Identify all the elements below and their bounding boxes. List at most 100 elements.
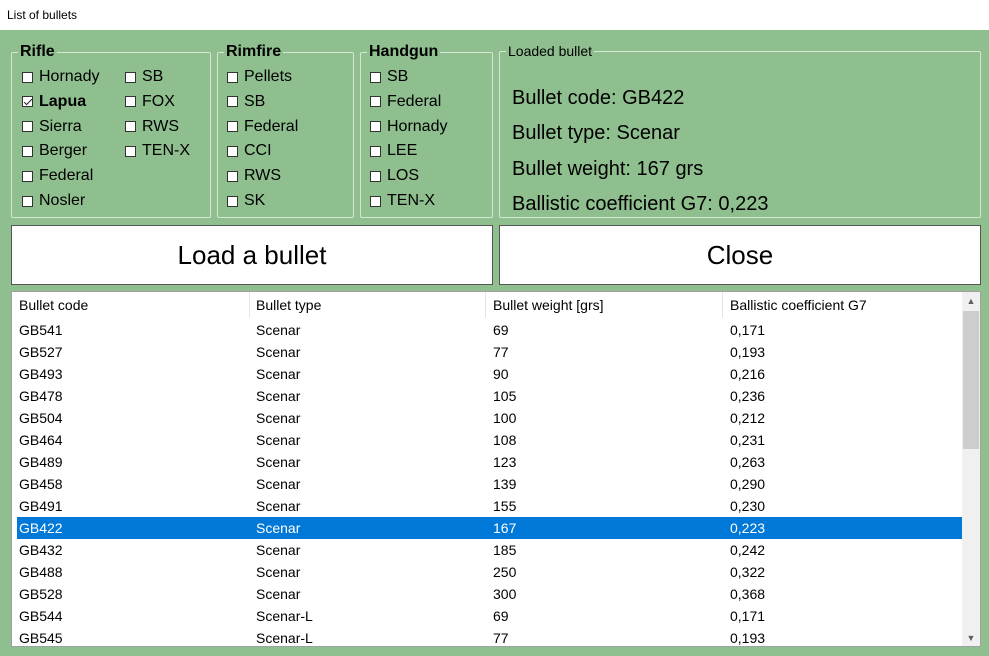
table-row[interactable]: GB464 Scenar 108 0,231	[17, 429, 962, 451]
table-row[interactable]: GB528 Scenar 300 0,368	[17, 583, 962, 605]
loaded-bullet-code: Bullet code: GB422	[512, 87, 685, 109]
checkbox-box[interactable]	[125, 145, 136, 157]
rimfire-checkbox-sk[interactable]: SK	[227, 192, 265, 210]
table-row[interactable]: GB458 Scenar 139 0,290	[17, 473, 962, 495]
checkbox-box[interactable]	[227, 71, 238, 83]
checkbox-box[interactable]	[22, 170, 33, 182]
rifle-checkbox-sierra[interactable]: Sierra	[22, 118, 82, 136]
checkbox-box[interactable]	[370, 145, 381, 157]
rimfire-checkbox-pellets[interactable]: Pellets	[227, 68, 292, 86]
table-cell: 123	[493, 454, 517, 470]
rifle-checkbox-berger[interactable]: Berger	[22, 142, 87, 160]
checkbox-box[interactable]	[370, 170, 381, 182]
checkbox-box[interactable]	[125, 96, 136, 108]
scroll-up-arrow-icon[interactable]: ▲	[962, 292, 980, 309]
column-header-type[interactable]: Bullet type	[249, 292, 486, 318]
table-cell: GB489	[19, 454, 63, 470]
handgun-checkbox-hornady[interactable]: Hornady	[370, 118, 447, 136]
table-cell: 0,193	[730, 344, 766, 360]
checkbox-box[interactable]	[227, 145, 238, 157]
handgun-checkbox-federal[interactable]: Federal	[370, 93, 441, 111]
table-cell: 100	[493, 410, 517, 426]
checkbox-label: SB	[387, 68, 409, 85]
table-cell: Scenar	[256, 322, 301, 338]
table-row[interactable]: GB432 Scenar 185 0,242	[17, 539, 962, 561]
rimfire-checkbox-sb[interactable]: SB	[227, 93, 265, 111]
rifle-checkbox-federal[interactable]: Federal	[22, 167, 93, 185]
loaded-bullet-bc: Ballistic coefficient G7: 0,223	[512, 193, 769, 215]
checkbox-box[interactable]	[370, 121, 381, 133]
scroll-down-arrow-icon[interactable]: ▼	[962, 629, 980, 646]
table-cell: GB464	[19, 432, 63, 448]
checkbox-box[interactable]	[227, 96, 238, 108]
checkbox-label: Berger	[39, 142, 88, 160]
list-header: Bullet code Bullet type Bullet weight [g…	[12, 292, 962, 318]
table-row[interactable]: GB488 Scenar 250 0,322	[17, 561, 962, 583]
rifle-checkbox-nosler[interactable]: Nosler	[22, 192, 85, 210]
load-bullet-button[interactable]: Load a bullet	[11, 225, 493, 285]
rifle-checkbox-sb[interactable]: SB	[125, 68, 163, 86]
checkbox-box[interactable]	[125, 121, 136, 133]
checkbox-box[interactable]	[22, 71, 33, 83]
checkbox-box[interactable]	[22, 195, 33, 207]
table-cell: GB458	[19, 476, 63, 492]
handgun-checkbox-los[interactable]: LOS	[370, 167, 419, 185]
table-row[interactable]: GB545 Scenar-L 77 0,193	[17, 627, 962, 646]
checkbox-label: RWS	[244, 167, 282, 185]
rimfire-checkbox-cci[interactable]: CCI	[227, 142, 272, 160]
table-cell: 0,212	[730, 410, 766, 426]
table-cell: Scenar	[256, 454, 301, 470]
table-row[interactable]: GB493 Scenar 90 0,216	[17, 363, 962, 385]
table-row[interactable]: GB491 Scenar 155 0,230	[17, 495, 962, 517]
scrollbar-thumb[interactable]	[963, 311, 979, 449]
table-cell: GB545	[19, 630, 63, 646]
checkbox-label: Hornady	[39, 68, 100, 85]
table-cell: 0,290	[730, 476, 766, 492]
checkbox-box[interactable]	[125, 71, 136, 83]
checkbox-box[interactable]	[370, 195, 381, 207]
table-row[interactable]: GB527 Scenar 77 0,193	[17, 341, 962, 363]
close-button[interactable]: Close	[499, 225, 981, 285]
table-cell: Scenar	[256, 410, 301, 426]
table-cell: 69	[493, 322, 509, 338]
checkbox-label: Sierra	[39, 117, 82, 135]
table-cell: GB527	[19, 344, 63, 360]
rifle-checkbox-rws[interactable]: RWS	[125, 118, 179, 136]
table-row[interactable]: GB478 Scenar 105 0,236	[17, 385, 962, 407]
table-cell: GB493	[19, 366, 63, 382]
table-row[interactable]: GB504 Scenar 100 0,212	[17, 407, 962, 429]
column-header-weight[interactable]: Bullet weight [grs]	[486, 292, 723, 318]
rimfire-checkbox-federal[interactable]: Federal	[227, 118, 298, 136]
table-row[interactable]: GB541 Scenar 69 0,171	[17, 319, 962, 341]
handgun-checkbox-ten-x[interactable]: TEN-X	[370, 192, 435, 210]
table-cell: 0,171	[730, 608, 766, 624]
table-cell: GB541	[19, 322, 63, 338]
checkbox-box[interactable]	[227, 195, 238, 207]
checkbox-box[interactable]	[22, 145, 33, 157]
table-cell: 155	[493, 498, 517, 514]
checkbox-box[interactable]	[227, 170, 238, 182]
checkbox-box[interactable]	[22, 121, 33, 133]
table-row[interactable]: GB422 Scenar 167 0,223	[17, 517, 962, 539]
bullet-list[interactable]: Bullet code Bullet type Bullet weight [g…	[11, 291, 981, 647]
rifle-checkbox-fox[interactable]: FOX	[125, 93, 175, 111]
handgun-checkbox-sb[interactable]: SB	[370, 68, 408, 86]
handgun-checkbox-lee[interactable]: LEE	[370, 142, 417, 160]
checkbox-box[interactable]	[370, 71, 381, 83]
rifle-checkbox-hornady[interactable]: Hornady	[22, 68, 99, 86]
table-cell: 167	[493, 520, 517, 536]
rifle-checkbox-ten-x[interactable]: TEN-X	[125, 142, 190, 160]
column-header-code[interactable]: Bullet code	[12, 292, 250, 318]
table-cell: 0,322	[730, 564, 766, 580]
table-cell: GB491	[19, 498, 63, 514]
rifle-checkbox-lapua[interactable]: Lapua	[22, 93, 86, 111]
table-row[interactable]: GB489 Scenar 123 0,263	[17, 451, 962, 473]
column-header-bc[interactable]: Ballistic coefficient G7	[723, 292, 962, 318]
table-row[interactable]: GB544 Scenar-L 69 0,171	[17, 605, 962, 627]
checkbox-box[interactable]	[370, 96, 381, 108]
checkbox-box[interactable]	[227, 121, 238, 133]
table-cell: 90	[493, 366, 509, 382]
checkbox-box[interactable]	[22, 96, 33, 108]
rimfire-checkbox-rws[interactable]: RWS	[227, 167, 281, 185]
vertical-scrollbar[interactable]: ▲ ▼	[962, 292, 980, 646]
